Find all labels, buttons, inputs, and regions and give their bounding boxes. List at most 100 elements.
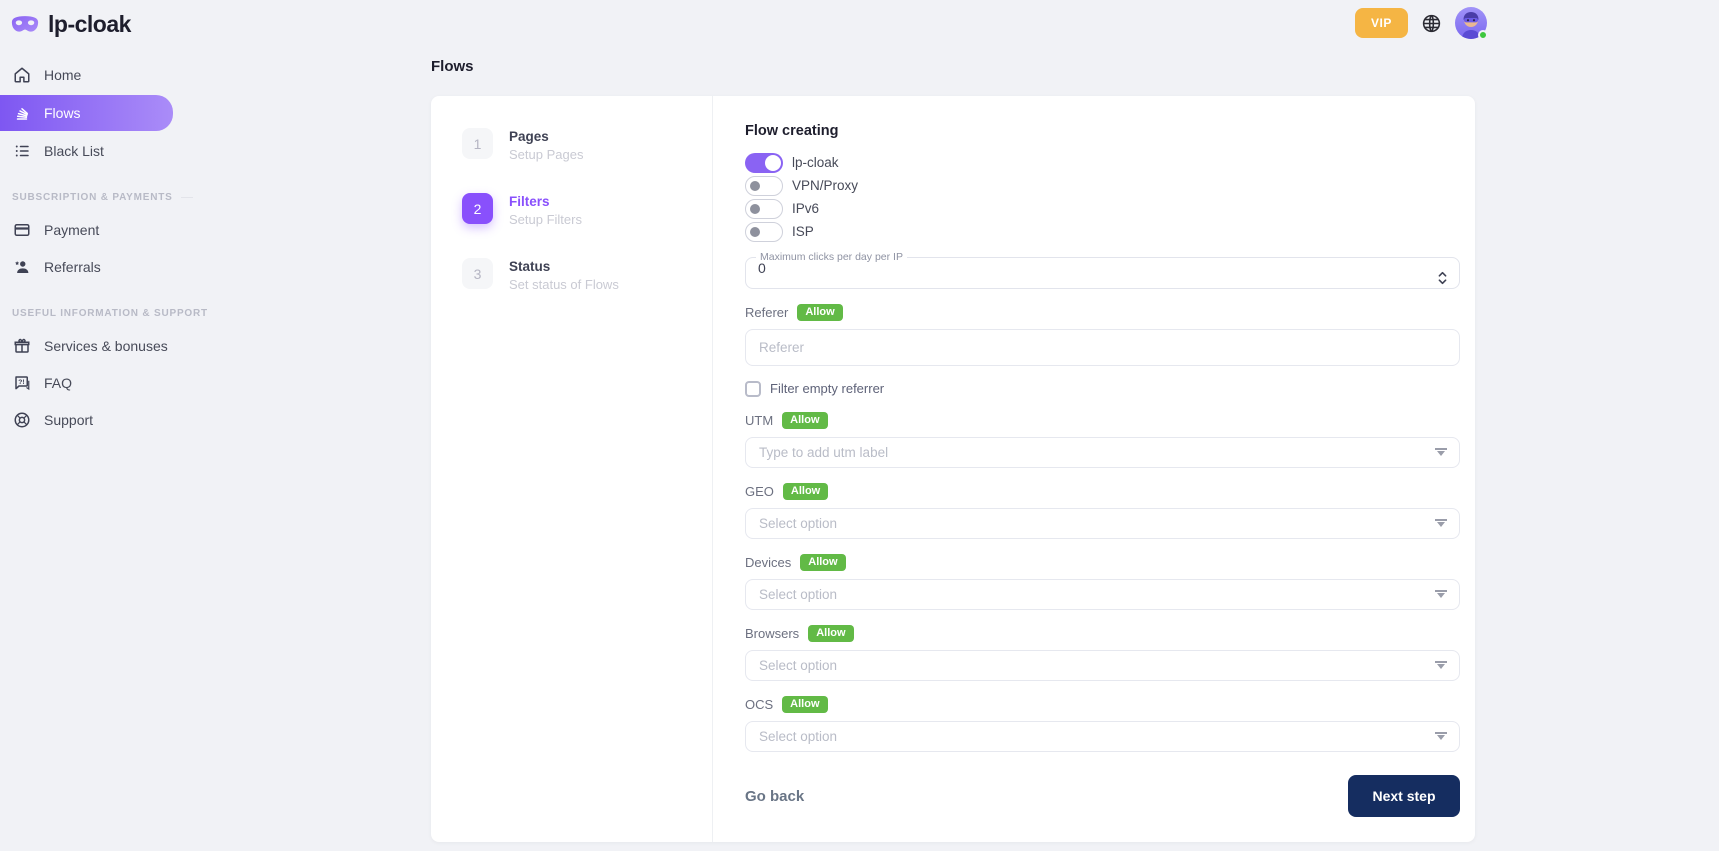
globe-icon[interactable] xyxy=(1421,13,1442,34)
go-back-button[interactable]: Go back xyxy=(745,788,804,805)
browsers-label: Browsers xyxy=(745,626,799,641)
step-title: Status xyxy=(509,259,619,274)
credit-card-icon xyxy=(12,221,32,239)
toggle-knob xyxy=(748,179,762,193)
form-title: Flow creating xyxy=(745,123,1460,139)
step-number-badge: 2 xyxy=(462,193,493,224)
toggle-knob xyxy=(748,202,762,216)
sidebar-section-subscription: SUBSCRIPTION & PAYMENTS xyxy=(12,192,193,203)
referer-allow-badge[interactable]: Allow xyxy=(797,304,842,321)
toggle-label: ISP xyxy=(792,224,814,239)
user-avatar[interactable] xyxy=(1455,7,1487,39)
svg-text:?!: ?! xyxy=(18,379,24,386)
main-content: Flows 1 Pages Setup Pages 2 Filters Setu… xyxy=(431,58,1475,842)
select-placeholder: Select option xyxy=(759,516,837,531)
dropdown-caret-icon xyxy=(1437,664,1445,669)
step-status[interactable]: 3 Status Set status of Flows xyxy=(462,258,712,292)
toggle-row-lp-cloak[interactable]: lp-cloak xyxy=(745,152,1460,173)
step-filters[interactable]: 2 Filters Setup Filters xyxy=(462,193,712,227)
topbar: lp-cloak VIP xyxy=(0,0,1719,48)
dropdown-caret-icon xyxy=(1437,593,1445,598)
toggle-row-isp[interactable]: ISP xyxy=(745,221,1460,242)
step-title: Pages xyxy=(509,129,583,144)
max-clicks-input[interactable] xyxy=(758,260,1398,276)
toggle-row-ipv6[interactable]: IPv6 xyxy=(745,198,1460,219)
sidebar: Home Flows Black List SUBSCRIPTION & PAY… xyxy=(0,58,193,440)
devices-label: Devices xyxy=(745,555,791,570)
geo-label-row: GEO Allow xyxy=(745,482,1460,500)
sidebar-item-support[interactable]: Support xyxy=(0,403,193,437)
section-divider xyxy=(181,197,193,198)
flow-creating-form: Flow creating lp-cloak VPN/Proxy IPv6 IS… xyxy=(713,96,1475,842)
browsers-label-row: Browsers Allow xyxy=(745,624,1460,642)
step-number-badge: 1 xyxy=(462,128,493,159)
sidebar-item-home[interactable]: Home xyxy=(0,58,193,92)
ocs-allow-badge[interactable]: Allow xyxy=(782,696,827,713)
ocs-label: OCS xyxy=(745,697,773,712)
referer-input[interactable] xyxy=(745,329,1460,366)
sidebar-item-black-list[interactable]: Black List xyxy=(0,134,193,168)
toggle-knob xyxy=(765,155,781,171)
referer-label-row: Referer Allow xyxy=(745,303,1460,321)
gift-icon xyxy=(12,337,32,355)
next-step-button[interactable]: Next step xyxy=(1348,775,1460,817)
browsers-select[interactable]: Select option xyxy=(745,650,1460,681)
utm-label: UTM xyxy=(745,413,773,428)
ipv6-toggle[interactable] xyxy=(745,199,783,219)
sidebar-item-referrals[interactable]: Referrals xyxy=(0,250,193,284)
person-add-icon xyxy=(12,258,32,276)
home-icon xyxy=(12,66,32,84)
lp-cloak-toggle[interactable] xyxy=(745,153,783,173)
faq-bubble-icon: ?! xyxy=(12,374,32,392)
sidebar-item-label: Flows xyxy=(44,105,81,121)
isp-toggle[interactable] xyxy=(745,222,783,242)
devices-select[interactable]: Select option xyxy=(745,579,1460,610)
form-actions: Go back Next step xyxy=(745,775,1460,817)
online-status-dot xyxy=(1478,30,1488,40)
blacklist-icon xyxy=(12,142,32,160)
step-subtitle: Setup Pages xyxy=(509,147,583,162)
browsers-allow-badge[interactable]: Allow xyxy=(808,625,853,642)
toggle-row-vpn-proxy[interactable]: VPN/Proxy xyxy=(745,175,1460,196)
select-placeholder: Select option xyxy=(759,729,837,744)
page-title: Flows xyxy=(431,58,1475,75)
select-placeholder: Select option xyxy=(759,658,837,673)
utm-text-input[interactable] xyxy=(759,438,1446,467)
vip-button[interactable]: VIP xyxy=(1355,8,1408,38)
devices-label-row: Devices Allow xyxy=(745,553,1460,571)
sidebar-item-payment[interactable]: Payment xyxy=(0,213,193,247)
step-subtitle: Setup Filters xyxy=(509,212,582,227)
sidebar-item-services-bonuses[interactable]: Services & bonuses xyxy=(0,329,193,363)
vpn-proxy-toggle[interactable] xyxy=(745,176,783,196)
sidebar-item-label: Black List xyxy=(44,143,104,159)
toggle-label: IPv6 xyxy=(792,201,819,216)
step-title: Filters xyxy=(509,194,582,209)
step-pages[interactable]: 1 Pages Setup Pages xyxy=(462,128,712,162)
step-number-badge: 3 xyxy=(462,258,493,289)
toggle-label: lp-cloak xyxy=(792,155,839,170)
utm-input[interactable] xyxy=(745,437,1460,468)
sidebar-section-support: USEFUL INFORMATION & SUPPORT xyxy=(12,308,193,319)
max-clicks-field: Maximum clicks per day per IP xyxy=(745,251,1460,289)
sidebar-item-label: Home xyxy=(44,67,81,83)
geo-allow-badge[interactable]: Allow xyxy=(783,483,828,500)
stepper: 1 Pages Setup Pages 2 Filters Setup Filt… xyxy=(431,96,713,842)
number-stepper-icon[interactable] xyxy=(1438,270,1447,286)
topbar-right: VIP xyxy=(1355,7,1487,39)
ocs-select[interactable]: Select option xyxy=(745,721,1460,752)
sidebar-item-flows[interactable]: Flows xyxy=(0,95,173,131)
dropdown-caret-icon xyxy=(1437,522,1445,527)
filter-empty-referrer-row[interactable]: Filter empty referrer xyxy=(745,380,1460,397)
select-placeholder: Select option xyxy=(759,587,837,602)
sidebar-item-label: Referrals xyxy=(44,259,101,275)
dropdown-caret-icon xyxy=(1437,735,1445,740)
filter-empty-referrer-checkbox[interactable] xyxy=(745,381,761,397)
referer-label: Referer xyxy=(745,305,788,320)
sidebar-item-faq[interactable]: ?! FAQ xyxy=(0,366,193,400)
lifebuoy-icon xyxy=(12,411,32,429)
utm-allow-badge[interactable]: Allow xyxy=(782,412,827,429)
sidebar-item-label: Support xyxy=(44,412,93,428)
devices-allow-badge[interactable]: Allow xyxy=(800,554,845,571)
geo-select[interactable]: Select option xyxy=(745,508,1460,539)
flow-card: 1 Pages Setup Pages 2 Filters Setup Filt… xyxy=(431,96,1475,842)
